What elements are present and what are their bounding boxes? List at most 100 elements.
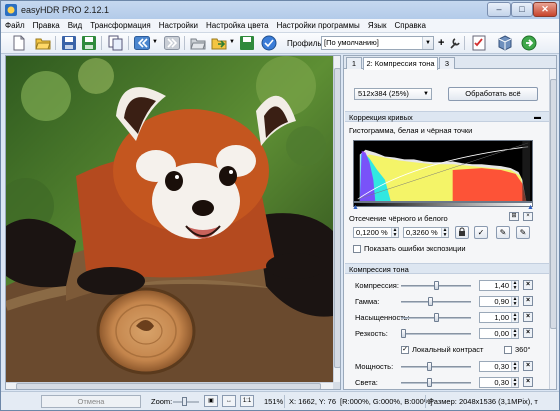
step-tabs: 1 2: Компрессия тона 3 bbox=[344, 56, 556, 70]
app-window: easyHDR PRO 2.12.1 – □ ✕ Файл Правка Вид… bbox=[0, 0, 560, 411]
process-all-button[interactable]: Обработать всё bbox=[448, 87, 538, 101]
image-horizontal-scrollbar[interactable] bbox=[6, 382, 333, 389]
slider-reset-button[interactable]: × bbox=[523, 312, 533, 322]
slider-thumb[interactable] bbox=[401, 329, 406, 338]
slider-thumb[interactable] bbox=[427, 378, 432, 387]
panel-scrollbar[interactable] bbox=[549, 69, 556, 389]
spin-arrows-icon[interactable]: ▲ ▼ bbox=[441, 228, 448, 237]
lock-button[interactable] bbox=[455, 226, 469, 239]
tab-step-1[interactable]: 1 bbox=[346, 57, 362, 69]
apply-check-button[interactable]: ✓ bbox=[474, 226, 488, 239]
web-check-icon[interactable] bbox=[261, 35, 277, 51]
curve-correction-header[interactable]: Коррекция кривых ▬ bbox=[345, 111, 549, 122]
wrench-icon[interactable] bbox=[449, 36, 461, 50]
slider-track[interactable] bbox=[401, 301, 471, 303]
spin-arrows-icon[interactable]: ▲ ▼ bbox=[511, 281, 518, 290]
slider-track[interactable] bbox=[401, 382, 471, 384]
next-step-icon[interactable] bbox=[164, 35, 180, 51]
white-eyedropper-button[interactable]: ✎ bbox=[516, 226, 530, 239]
menu-settings[interactable]: Настройки bbox=[155, 19, 202, 33]
chevron-down-icon: ▼ bbox=[422, 37, 433, 49]
deg360-checkbox[interactable] bbox=[504, 346, 512, 354]
previous-dropdown-icon[interactable]: ▼ bbox=[152, 39, 158, 45]
menu-color-settings[interactable]: Настройка цвета bbox=[202, 19, 273, 33]
menu-program-settings[interactable]: Настройки программы bbox=[273, 19, 364, 33]
image-vertical-scrollbar[interactable] bbox=[333, 56, 340, 382]
spin-arrows-icon[interactable]: ▲ ▼ bbox=[511, 313, 518, 322]
slider-value-input[interactable]: 0,30 ▲ ▼ bbox=[479, 361, 519, 372]
black-point-marker-icon[interactable]: ▲ bbox=[352, 204, 359, 211]
slider-reset-button[interactable]: × bbox=[523, 361, 533, 371]
tone-compression-header[interactable]: Компрессия тона bbox=[345, 263, 549, 274]
go-next-icon[interactable] bbox=[521, 35, 537, 51]
spin-arrows-icon[interactable]: ▲ ▼ bbox=[391, 228, 398, 237]
export-dropdown-icon[interactable]: ▼ bbox=[229, 39, 235, 45]
minimize-button[interactable]: – bbox=[487, 2, 511, 17]
tab-step-2[interactable]: 2: Компрессия тона bbox=[363, 57, 438, 70]
show-exposure-errors-checkbox[interactable] bbox=[353, 245, 361, 253]
copy-icon[interactable] bbox=[108, 35, 124, 51]
slider-reset-button[interactable]: × bbox=[523, 377, 533, 387]
previous-step-icon[interactable] bbox=[134, 35, 150, 51]
menu-language[interactable]: Язык bbox=[364, 19, 391, 33]
black-clip-input[interactable]: 0,1200 % ▲ ▼ bbox=[353, 227, 399, 238]
export-cube-icon[interactable] bbox=[497, 35, 513, 51]
actual-size-icon[interactable]: 1:1 bbox=[240, 395, 254, 407]
collapse-icon[interactable]: ▬ bbox=[534, 112, 541, 123]
slider-value: 1,40 bbox=[494, 281, 509, 290]
zoom-label: Zoom: bbox=[151, 397, 173, 406]
slider-thumb[interactable] bbox=[427, 362, 432, 371]
check-icon: ✓ bbox=[477, 228, 485, 237]
white-clip-input[interactable]: 0,3260 % ▲ ▼ bbox=[403, 227, 449, 238]
fit-window-icon[interactable]: ▣ bbox=[204, 395, 218, 407]
new-file-icon[interactable] bbox=[11, 35, 27, 51]
preview-size-select[interactable]: 512x384 (25%) ▼ bbox=[354, 88, 432, 100]
white-point-marker-icon[interactable]: ▲ bbox=[527, 204, 534, 211]
slider-track[interactable] bbox=[401, 366, 471, 368]
open-folder-icon[interactable] bbox=[35, 35, 51, 51]
slider-thumb[interactable] bbox=[428, 297, 434, 306]
slider-value-input[interactable]: 1,40 ▲ ▼ bbox=[479, 280, 519, 291]
slider-value-input[interactable]: 0,00 ▲ ▼ bbox=[479, 328, 519, 339]
save-icon[interactable] bbox=[61, 35, 77, 51]
local-contrast-checkbox[interactable]: ✓ bbox=[401, 346, 409, 354]
cancel-button[interactable]: Отмена bbox=[41, 395, 141, 408]
fit-width-icon[interactable]: ↔ bbox=[222, 395, 236, 407]
eyedropper-icon: ✎ bbox=[519, 228, 527, 237]
add-profile-button[interactable]: + bbox=[438, 36, 444, 50]
zoom-slider-thumb[interactable] bbox=[182, 397, 187, 406]
close-button[interactable]: ✕ bbox=[533, 2, 557, 17]
spin-arrows-icon[interactable]: ▲ ▼ bbox=[511, 329, 518, 338]
slider-reset-button[interactable]: × bbox=[523, 280, 533, 290]
batch-folder-icon[interactable] bbox=[190, 35, 206, 51]
menu-file[interactable]: Файл bbox=[1, 19, 29, 33]
status-separator bbox=[284, 395, 285, 408]
menu-help[interactable]: Справка bbox=[391, 19, 430, 33]
menu-view[interactable]: Вид bbox=[64, 19, 86, 33]
spin-arrows-icon[interactable]: ▲ ▼ bbox=[511, 378, 518, 387]
spin-arrows-icon[interactable]: ▲ ▼ bbox=[511, 362, 518, 371]
slider-value-input[interactable]: 0,30 ▲ ▼ bbox=[479, 377, 519, 388]
maximize-button[interactable]: □ bbox=[511, 2, 533, 17]
auto-levels-icon[interactable]: ⊞ bbox=[509, 212, 519, 221]
slider-thumb[interactable] bbox=[433, 313, 439, 322]
slider-reset-button[interactable]: × bbox=[523, 296, 533, 306]
slider-value-input[interactable]: 1,00 ▲ ▼ bbox=[479, 312, 519, 323]
slider-track[interactable] bbox=[401, 333, 471, 335]
export-folder-icon[interactable] bbox=[211, 35, 227, 51]
black-eyedropper-button[interactable]: ✎ bbox=[496, 226, 510, 239]
reset-levels-icon[interactable]: × bbox=[523, 212, 533, 221]
histogram[interactable] bbox=[353, 140, 533, 202]
spin-arrows-icon[interactable]: ▲ ▼ bbox=[511, 297, 518, 306]
slider-value-input[interactable]: 0,90 ▲ ▼ bbox=[479, 296, 519, 307]
save-as-icon[interactable] bbox=[81, 35, 97, 51]
image-preview[interactable] bbox=[5, 55, 341, 390]
profile-select[interactable]: [По умолчанию] ▼ bbox=[321, 36, 434, 50]
menu-transform[interactable]: Трансформация bbox=[86, 19, 155, 33]
menu-edit[interactable]: Правка bbox=[29, 19, 64, 33]
save-green-icon[interactable] bbox=[239, 35, 255, 51]
tab-step-3[interactable]: 3 bbox=[439, 57, 455, 69]
slider-reset-button[interactable]: × bbox=[523, 328, 533, 338]
checklist-icon[interactable] bbox=[471, 35, 487, 51]
slider-thumb[interactable] bbox=[433, 281, 439, 290]
